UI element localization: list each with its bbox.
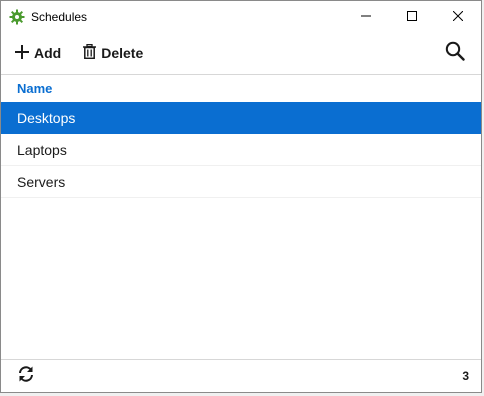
refresh-icon xyxy=(17,365,35,388)
plus-icon xyxy=(15,44,29,62)
add-label: Add xyxy=(34,45,62,61)
list-item-name: Desktops xyxy=(17,109,76,126)
add-button[interactable]: Add xyxy=(15,38,61,68)
title-bar[interactable]: Schedules xyxy=(1,1,481,32)
maximize-icon xyxy=(407,8,417,26)
list-item[interactable]: Servers xyxy=(1,166,481,198)
item-count: 3 xyxy=(462,369,469,383)
minimize-button[interactable] xyxy=(343,1,389,32)
maximize-button[interactable] xyxy=(389,1,435,32)
window-controls xyxy=(343,1,481,32)
status-bar: 3 xyxy=(1,359,481,392)
search-icon xyxy=(445,41,465,66)
column-header-label: Name xyxy=(17,80,53,96)
list-item-name: Laptops xyxy=(17,141,67,158)
close-icon xyxy=(452,8,464,26)
window-title: Schedules xyxy=(31,9,88,24)
delete-button[interactable]: Delete xyxy=(83,38,143,68)
refresh-button[interactable] xyxy=(15,365,37,387)
close-button[interactable] xyxy=(435,1,481,32)
trash-icon xyxy=(83,43,97,62)
search-button[interactable] xyxy=(443,41,467,65)
minimize-icon xyxy=(361,8,371,26)
schedules-window: Schedules Add Delete Name Desktops Lapto… xyxy=(0,0,482,393)
list-item-name: Servers xyxy=(17,173,66,190)
list-item[interactable]: Laptops xyxy=(1,134,481,166)
gear-icon xyxy=(9,9,25,25)
list-item[interactable]: Desktops xyxy=(1,102,481,134)
toolbar: Add Delete xyxy=(1,32,481,74)
schedule-list: Desktops Laptops Servers xyxy=(1,102,481,198)
column-header-name[interactable]: Name xyxy=(1,75,481,101)
delete-label: Delete xyxy=(101,45,144,61)
